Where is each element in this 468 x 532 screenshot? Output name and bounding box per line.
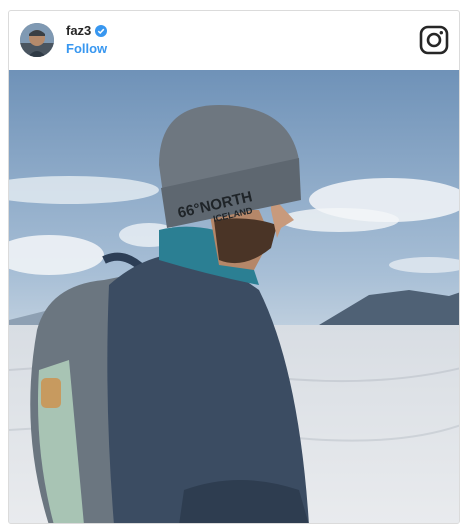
follow-button[interactable]: Follow xyxy=(66,41,107,57)
instagram-icon[interactable] xyxy=(419,25,449,55)
post-photo[interactable]: 66°NORTH ICELAND xyxy=(9,70,459,523)
post-header: faz3 Follow xyxy=(9,11,459,70)
instagram-embed-card: faz3 Follow 66°NORTH ICELAND xyxy=(8,10,460,524)
username[interactable]: faz3 xyxy=(66,23,91,39)
avatar[interactable] xyxy=(20,23,54,57)
verified-badge-icon xyxy=(95,25,108,37)
